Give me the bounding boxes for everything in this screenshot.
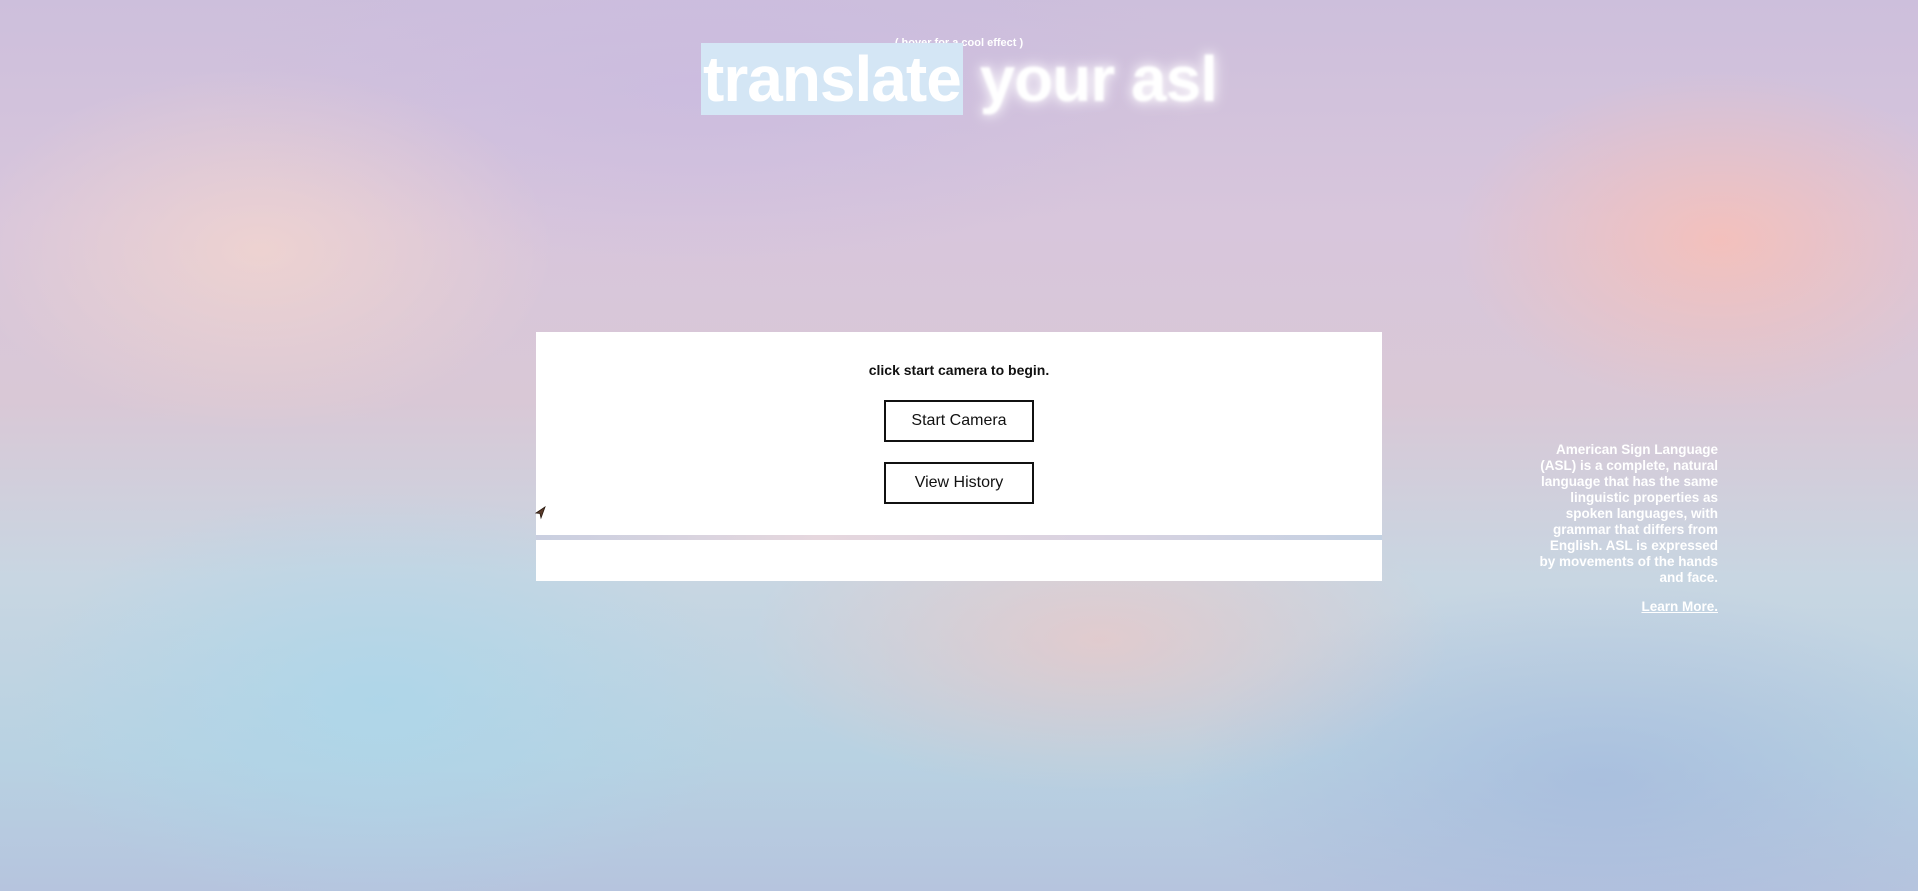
view-history-button[interactable]: View History bbox=[884, 462, 1034, 504]
mouse-pointer-icon bbox=[534, 506, 546, 520]
asl-description: American Sign Language (ASL) is a comple… bbox=[1539, 442, 1718, 585]
start-camera-button[interactable]: Start Camera bbox=[884, 400, 1034, 442]
title-word-your[interactable]: your bbox=[980, 43, 1116, 115]
title-word-asl[interactable]: asl bbox=[1131, 43, 1218, 115]
page-title[interactable]: translate your asl bbox=[0, 40, 1918, 118]
output-panel bbox=[536, 540, 1382, 581]
learn-more-link[interactable]: Learn More. bbox=[1538, 599, 1718, 614]
camera-prompt: click start camera to begin. bbox=[868, 362, 1050, 378]
title-word-translate[interactable]: translate bbox=[701, 43, 963, 115]
camera-panel: click start camera to begin. Start Camer… bbox=[536, 332, 1382, 535]
